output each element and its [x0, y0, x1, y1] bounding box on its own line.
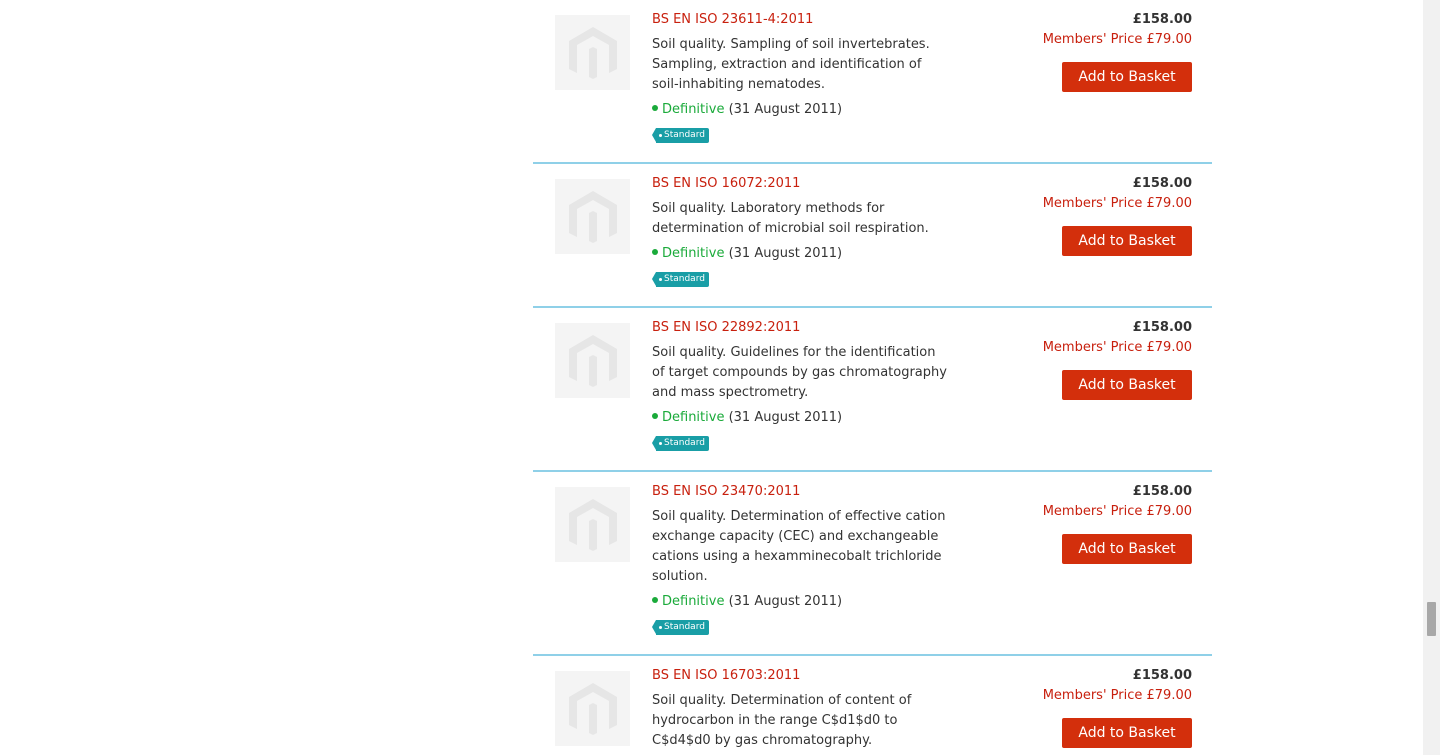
members-price: Members' Price £79.00	[1042, 196, 1192, 211]
product-status: Definitive (31 August 2011)	[652, 244, 952, 264]
status-dot-icon	[652, 413, 658, 419]
add-to-basket-button[interactable]: Add to Basket	[1062, 534, 1192, 564]
product-price: £158.00	[1132, 176, 1192, 191]
tag-label: Standard	[664, 130, 705, 140]
price-column: £158.00 Members' Price £79.00 Add to Bas…	[1043, 318, 1192, 400]
product-thumbnail[interactable]	[555, 323, 630, 398]
placeholder-logo-icon	[568, 498, 617, 551]
product-info: BS EN ISO 23470:2011 Soil quality. Deter…	[652, 482, 952, 635]
add-to-basket-button[interactable]: Add to Basket	[1062, 718, 1192, 748]
placeholder-logo-icon	[568, 190, 617, 243]
standard-tag: Standard	[652, 272, 709, 287]
product-info: BS EN ISO 16072:2011 Soil quality. Labor…	[652, 174, 952, 287]
product-status: Definitive (31 August 2011)	[652, 100, 952, 120]
product-info: BS EN ISO 23611-4:2011 Soil quality. Sam…	[652, 10, 952, 143]
product-item: BS EN ISO 23611-4:2011 Soil quality. Sam…	[533, 12, 1212, 164]
tag-hole-icon	[659, 278, 662, 281]
placeholder-logo-icon	[568, 334, 617, 387]
add-to-basket-button[interactable]: Add to Basket	[1062, 62, 1192, 92]
product-price: £158.00	[1132, 668, 1192, 683]
members-price: Members' Price £79.00	[1042, 688, 1192, 703]
tag-label: Standard	[664, 438, 705, 448]
product-price: £158.00	[1132, 12, 1192, 27]
members-price: Members' Price £79.00	[1042, 340, 1192, 355]
standard-tag: Standard	[652, 620, 709, 635]
product-item: BS EN ISO 22892:2011 Soil quality. Guide…	[533, 320, 1212, 472]
placeholder-logo-icon	[568, 682, 617, 735]
product-thumbnail[interactable]	[555, 487, 630, 562]
price-column: £158.00 Members' Price £79.00 Add to Bas…	[1043, 174, 1192, 256]
standard-tag: Standard	[652, 436, 709, 451]
product-price: £158.00	[1132, 484, 1192, 499]
members-price: Members' Price £79.00	[1042, 504, 1192, 519]
tag-label: Standard	[664, 274, 705, 284]
standard-tag: Standard	[652, 128, 709, 143]
product-list-page: BS EN ISO 23611-4:2011 Soil quality. Sam…	[0, 0, 1440, 755]
product-title: Soil quality. Guidelines for the identif…	[652, 345, 947, 400]
status-date: (31 August 2011)	[728, 102, 843, 117]
product-status: Definitive (31 August 2011)	[652, 592, 952, 612]
product-status: Definitive (31 August 2011)	[652, 408, 952, 428]
placeholder-logo-icon	[568, 26, 617, 79]
status-label: Definitive	[662, 410, 725, 425]
product-code-link[interactable]: BS EN ISO 22892:2011	[652, 318, 952, 338]
status-date: (31 August 2011)	[728, 594, 843, 609]
product-item: BS EN ISO 16703:2011 Soil quality. Deter…	[533, 668, 1212, 755]
status-dot-icon	[652, 249, 658, 255]
product-thumbnail[interactable]	[555, 15, 630, 90]
product-info: BS EN ISO 16703:2011 Soil quality. Deter…	[652, 666, 952, 751]
status-date: (31 August 2011)	[728, 246, 843, 261]
product-title: Soil quality. Determination of effective…	[652, 509, 946, 584]
tag-hole-icon	[659, 442, 662, 445]
status-dot-icon	[652, 105, 658, 111]
add-to-basket-button[interactable]: Add to Basket	[1062, 226, 1192, 256]
product-thumbnail[interactable]	[555, 179, 630, 254]
product-code-link[interactable]: BS EN ISO 16072:2011	[652, 174, 952, 194]
price-column: £158.00 Members' Price £79.00 Add to Bas…	[1043, 10, 1192, 92]
product-info: BS EN ISO 22892:2011 Soil quality. Guide…	[652, 318, 952, 451]
price-column: £158.00 Members' Price £79.00 Add to Bas…	[1043, 666, 1192, 748]
add-to-basket-button[interactable]: Add to Basket	[1062, 370, 1192, 400]
status-label: Definitive	[662, 102, 725, 117]
product-price: £158.00	[1132, 320, 1192, 335]
product-item: BS EN ISO 23470:2011 Soil quality. Deter…	[533, 484, 1212, 656]
product-item: BS EN ISO 16072:2011 Soil quality. Labor…	[533, 176, 1212, 308]
product-code-link[interactable]: BS EN ISO 23470:2011	[652, 482, 952, 502]
scrollbar-thumb[interactable]	[1427, 602, 1436, 636]
product-title: Soil quality. Determination of content o…	[652, 693, 912, 748]
price-column: £158.00 Members' Price £79.00 Add to Bas…	[1043, 482, 1192, 564]
product-code-link[interactable]: BS EN ISO 23611-4:2011	[652, 10, 952, 30]
status-label: Definitive	[662, 594, 725, 609]
members-price: Members' Price £79.00	[1042, 32, 1192, 47]
product-title: Soil quality. Laboratory methods for det…	[652, 201, 929, 236]
tag-hole-icon	[659, 626, 662, 629]
status-label: Definitive	[662, 246, 725, 261]
status-dot-icon	[652, 597, 658, 603]
product-thumbnail[interactable]	[555, 671, 630, 746]
page-scrollbar[interactable]	[1423, 0, 1440, 755]
tag-label: Standard	[664, 622, 705, 632]
tag-hole-icon	[659, 134, 662, 137]
status-date: (31 August 2011)	[728, 410, 843, 425]
product-code-link[interactable]: BS EN ISO 16703:2011	[652, 666, 952, 686]
product-title: Soil quality. Sampling of soil invertebr…	[652, 37, 930, 92]
